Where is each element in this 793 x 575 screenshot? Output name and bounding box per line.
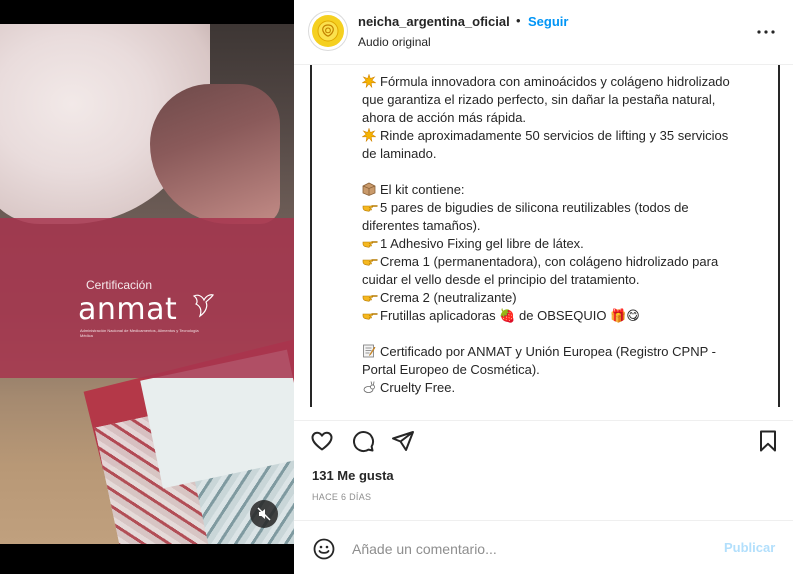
pointing-hand-icon	[362, 241, 378, 248]
caption-line: de laminado.	[362, 145, 764, 163]
caption-line-text: Rinde aproximadamente 50 servicios de li…	[380, 128, 729, 143]
certification-label: Certificación	[86, 278, 153, 292]
sleeve-image	[150, 84, 280, 224]
pointing-hand-icon	[362, 259, 378, 266]
mute-button[interactable]	[250, 500, 278, 528]
publish-button[interactable]: Publicar	[724, 540, 775, 555]
caption-line-text: Crema 1 (permanentadora), con colágeno h…	[380, 254, 719, 269]
caption-line: diferentes tamaños).	[362, 217, 764, 235]
video-frame: Certificación anmat Administración Nacio…	[0, 24, 294, 544]
sparkle-icon	[361, 73, 377, 89]
anmat-subtitle: Administración Nacional de Medicamentos,…	[80, 328, 199, 338]
caption-line-text: Certificado por ANMAT y Unión Europea (R…	[380, 344, 716, 359]
avatar-image	[312, 15, 344, 47]
caption-line-text: cuidar el vello desde el principio del t…	[362, 272, 640, 287]
pointing-hand-icon	[362, 313, 378, 320]
more-options-button[interactable]	[754, 22, 778, 42]
caption-line-text: El kit contiene:	[380, 182, 465, 197]
caption-line: Certificado por ANMAT y Unión Europea (R…	[362, 343, 764, 361]
caption-line-text: ahora de acción más rápida.	[362, 110, 527, 125]
certification-banner: Certificación anmat Administración Nacio…	[0, 218, 294, 378]
anmat-bird-icon	[192, 294, 214, 318]
rose-logo-icon	[317, 20, 339, 42]
save-bookmark-icon[interactable]	[756, 429, 780, 453]
caption-line: cuidar el vello desde el principio del t…	[362, 271, 764, 289]
avatar[interactable]	[308, 11, 348, 51]
separator-dot: •	[516, 13, 521, 28]
like-heart-icon[interactable]	[310, 429, 334, 453]
audio-link[interactable]: Audio original	[358, 35, 431, 49]
post-timestamp[interactable]: HACE 6 DÍAS	[312, 492, 371, 502]
caption-line: que garantiza el rizado perfecto, sin da…	[362, 91, 764, 109]
package-icon	[362, 182, 376, 196]
action-bar	[294, 420, 793, 461]
comment-bar: Publicar	[294, 520, 793, 575]
follow-button[interactable]: Seguir	[528, 14, 568, 29]
caption-line-text: de laminado.	[362, 146, 437, 161]
caption-scroll-area[interactable]: Fórmula innovadora con aminoácidos y col…	[310, 65, 780, 405]
caption-line: El kit contiene:	[362, 181, 764, 199]
sparkle-icon	[361, 127, 377, 143]
caption-line: Fórmula innovadora con aminoácidos y col…	[361, 73, 764, 91]
caption-line-text: que garantiza el rizado perfecto, sin da…	[362, 92, 716, 107]
caption-line: Frutillas aplicadoras 🍓 de OBSEQUIO 🎁😋	[362, 307, 764, 325]
muted-speaker-icon	[257, 507, 271, 521]
post-media-video[interactable]: Certificación anmat Administración Nacio…	[0, 0, 294, 574]
caption-line-text: 1 Adhesivo Fixing gel libre de látex.	[380, 236, 584, 251]
caption-line: Crema 1 (permanentadora), con colágeno h…	[362, 253, 764, 271]
emoji-smiley-icon[interactable]	[312, 537, 336, 561]
anmat-logo: anmat	[78, 292, 178, 327]
caption-text: Fórmula innovadora con aminoácidos y col…	[310, 65, 764, 405]
pointing-hand-icon	[362, 205, 378, 212]
comment-input[interactable]	[350, 535, 714, 563]
username-link[interactable]: neicha_argentina_oficial	[358, 14, 510, 29]
caption-line: ahora de acción más rápida.	[362, 109, 764, 127]
caption-line-text: Frutillas aplicadoras 🍓 de OBSEQUIO 🎁😋	[380, 308, 640, 323]
post-details-panel: neicha_argentina_oficial • Seguir Audio …	[294, 0, 793, 574]
caption-line-text: Portal Europeo de Cosmética).	[362, 362, 540, 377]
caption-line: Cruelty Free.	[362, 379, 764, 397]
post-header: neicha_argentina_oficial • Seguir Audio …	[294, 0, 793, 65]
caption-line-text: diferentes tamaños).	[362, 218, 481, 233]
caption-line: 1 Adhesivo Fixing gel libre de látex.	[362, 235, 764, 253]
caption-line-text: Fórmula innovadora con aminoácidos y col…	[380, 74, 730, 89]
caption-line: Rinde aproximadamente 50 servicios de li…	[361, 127, 764, 145]
share-icon[interactable]	[391, 429, 415, 453]
more-horizontal-icon	[757, 30, 775, 34]
caption-line-text: Cruelty Free.	[380, 380, 456, 395]
comment-icon[interactable]	[351, 429, 375, 453]
caption-line-text: Crema 2 (neutralizante)	[380, 290, 517, 305]
caption-line: Crema 2 (neutralizante)	[362, 289, 764, 307]
rabbit-icon	[363, 381, 375, 393]
caption-line-text: 5 pares de bigudies de silicona reutiliz…	[380, 200, 689, 215]
memo-icon	[363, 344, 376, 358]
likes-count[interactable]: 131 Me gusta	[312, 468, 394, 483]
caption-line: 5 pares de bigudies de silicona reutiliz…	[362, 199, 764, 217]
caption-line: Portal Europeo de Cosmética).	[362, 361, 764, 379]
pointing-hand-icon	[362, 295, 378, 302]
